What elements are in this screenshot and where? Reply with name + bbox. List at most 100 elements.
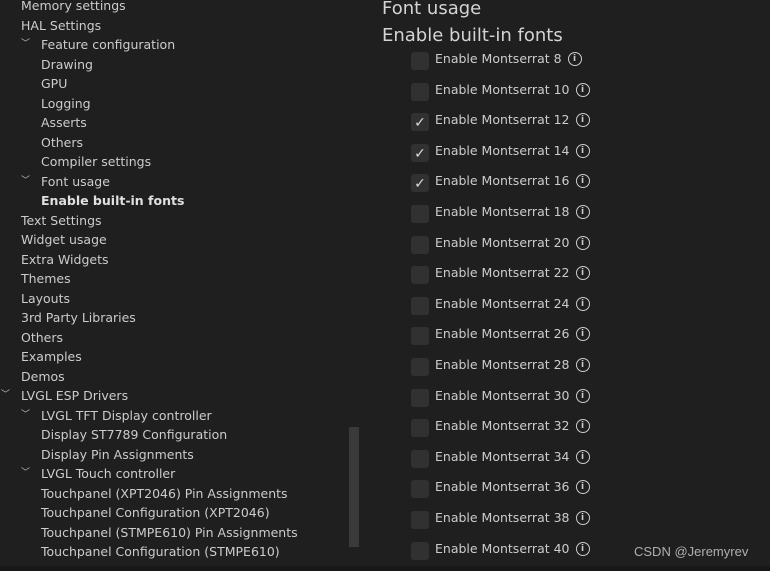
option-label: Enable Montserrat 8 <box>435 51 562 66</box>
tree-item[interactable]: 3rd Party Libraries <box>0 308 360 328</box>
checkbox[interactable] <box>411 541 429 560</box>
info-icon[interactable]: i <box>575 204 590 219</box>
info-icon[interactable]: i <box>575 143 590 158</box>
tree-item-label: LVGL TFT Display controller <box>41 407 212 423</box>
chevron-down-icon[interactable]: ﹀ <box>21 35 30 55</box>
font-options-list: Enable Montserrat 8 i Enable Montserrat 10… <box>411 50 590 570</box>
tree-item[interactable]: Touchpanel Configuration (STMPE610) <box>0 542 360 562</box>
tree-item-label: Display ST7789 Configuration <box>41 427 228 442</box>
tree-item-label: 3rd Party Libraries <box>21 310 136 325</box>
checkbox-checked[interactable]: ✓ <box>411 174 429 193</box>
font-option-row: Enable Montserrat 34 i <box>411 448 590 479</box>
info-icon[interactable]: i <box>575 235 590 250</box>
checkbox[interactable] <box>411 480 429 499</box>
option-label: Enable Montserrat 28 <box>435 356 570 372</box>
tree-item-label: HAL Settings <box>21 17 102 33</box>
option-label: Enable Montserrat 20 <box>435 234 570 250</box>
info-icon[interactable]: i <box>575 449 590 464</box>
tree-item[interactable]: Widget usage <box>0 230 360 250</box>
tree-item[interactable]: Others <box>0 133 360 153</box>
settings-tree: Memory settings HAL Settings ﹀ Feature conf… <box>0 0 360 562</box>
tree-scrollbar[interactable] <box>349 427 359 547</box>
chevron-down-icon[interactable]: ﹀ <box>21 464 30 484</box>
tree-item-label: LVGL ESP Drivers <box>21 388 129 403</box>
tree-item[interactable]: ﹀ Font usage <box>0 172 360 192</box>
checkbox[interactable] <box>411 235 429 254</box>
tree-item[interactable]: Compiler settings <box>0 152 360 172</box>
option-label: Enable Montserrat 40 <box>435 540 570 556</box>
checkbox[interactable] <box>411 510 429 529</box>
info-icon[interactable]: i <box>575 266 590 281</box>
tree-item-label: Touchpanel (STMPE610) Pin Assignments <box>41 524 298 540</box>
tree-item[interactable]: Layouts <box>0 289 360 309</box>
font-option-row: Enable Montserrat 22 i <box>411 264 590 295</box>
chevron-down-icon[interactable]: ﹀ <box>1 386 10 406</box>
checkbox-checked[interactable]: ✓ <box>411 143 429 162</box>
info-icon[interactable]: i <box>575 510 590 525</box>
tree-item[interactable]: Display ST7789 Configuration <box>0 425 360 445</box>
info-icon[interactable]: i <box>575 419 590 434</box>
checkbox[interactable] <box>411 388 429 407</box>
tree-item[interactable]: Examples <box>0 347 360 367</box>
info-icon[interactable]: i <box>575 174 590 189</box>
tree-item-label: Themes <box>21 271 71 286</box>
tree-item[interactable]: ﹀ LVGL TFT Display controller <box>0 406 360 426</box>
checkbox[interactable] <box>411 204 429 223</box>
tree-item[interactable]: Drawing <box>0 55 360 75</box>
tree-item[interactable]: Logging <box>0 94 360 114</box>
tree-item[interactable]: ﹀ LVGL Touch controller <box>0 464 360 484</box>
tree-item[interactable]: HAL Settings <box>0 16 360 36</box>
tree-item[interactable]: Others <box>0 328 360 348</box>
checkbox[interactable] <box>411 327 429 346</box>
tree-item[interactable]: Memory settings <box>0 0 360 16</box>
chevron-down-icon[interactable]: ﹀ <box>21 406 30 426</box>
tree-item[interactable]: GPU <box>0 74 360 94</box>
subsection-title: Enable built-in fonts <box>382 25 563 46</box>
checkbox[interactable] <box>411 357 429 376</box>
info-icon[interactable]: i <box>575 388 590 403</box>
checkbox[interactable] <box>411 82 429 101</box>
option-label: Enable Montserrat 16 <box>435 173 570 189</box>
tree-item[interactable]: ﹀ Feature configuration <box>0 35 360 55</box>
info-icon[interactable]: i <box>575 357 590 372</box>
tree-item[interactable]: Extra Widgets <box>0 250 360 270</box>
tree-item-label: Feature configuration <box>41 37 176 52</box>
info-icon[interactable]: i <box>567 52 582 66</box>
tree-item[interactable]: Enable built-in fonts <box>0 191 360 211</box>
tree-item[interactable]: Touchpanel (XPT2046) Pin Assignments <box>0 484 360 504</box>
tree-item-label: Others <box>41 134 84 150</box>
option-label: Enable Montserrat 36 <box>435 479 570 495</box>
chevron-down-icon[interactable]: ﹀ <box>21 172 30 192</box>
option-label: Enable Montserrat 32 <box>435 418 570 434</box>
tree-item[interactable]: ﹀ LVGL ESP Drivers <box>0 386 360 406</box>
checkbox[interactable] <box>411 449 429 468</box>
checkbox[interactable] <box>411 266 429 285</box>
tree-item-label: Widget usage <box>21 232 107 247</box>
tree-item[interactable]: Themes <box>0 269 360 289</box>
section-title: Font usage <box>382 0 482 19</box>
info-icon[interactable]: i <box>575 541 590 556</box>
tree-item[interactable]: Touchpanel (STMPE610) Pin Assignments <box>0 523 360 543</box>
font-option-row: ✓ Enable Montserrat 12 i <box>411 111 590 142</box>
option-label: Enable Montserrat 22 <box>435 265 570 281</box>
option-label: Enable Montserrat 12 <box>435 112 570 128</box>
tree-item-label: Logging <box>41 95 91 111</box>
checkbox-checked[interactable]: ✓ <box>411 113 429 132</box>
checkbox[interactable] <box>411 419 429 438</box>
info-icon[interactable]: i <box>575 82 590 97</box>
tree-item[interactable]: Asserts <box>0 113 360 133</box>
tree-item[interactable]: Text Settings <box>0 211 360 231</box>
font-option-row: Enable Montserrat 36 i <box>411 478 590 509</box>
checkbox[interactable] <box>411 52 429 70</box>
tree-item[interactable]: Demos <box>0 367 360 387</box>
info-icon[interactable]: i <box>575 327 590 342</box>
tree-item[interactable]: Display Pin Assignments <box>0 445 360 465</box>
option-label: Enable Montserrat 24 <box>435 295 570 311</box>
font-option-row: Enable Montserrat 20 i <box>411 234 590 265</box>
checkbox[interactable] <box>411 296 429 315</box>
tree-item[interactable]: Touchpanel Configuration (XPT2046) <box>0 503 360 523</box>
info-icon[interactable]: i <box>575 480 590 495</box>
info-icon[interactable]: i <box>575 296 590 311</box>
info-icon[interactable]: i <box>575 113 590 128</box>
option-label: Enable Montserrat 26 <box>435 326 570 342</box>
